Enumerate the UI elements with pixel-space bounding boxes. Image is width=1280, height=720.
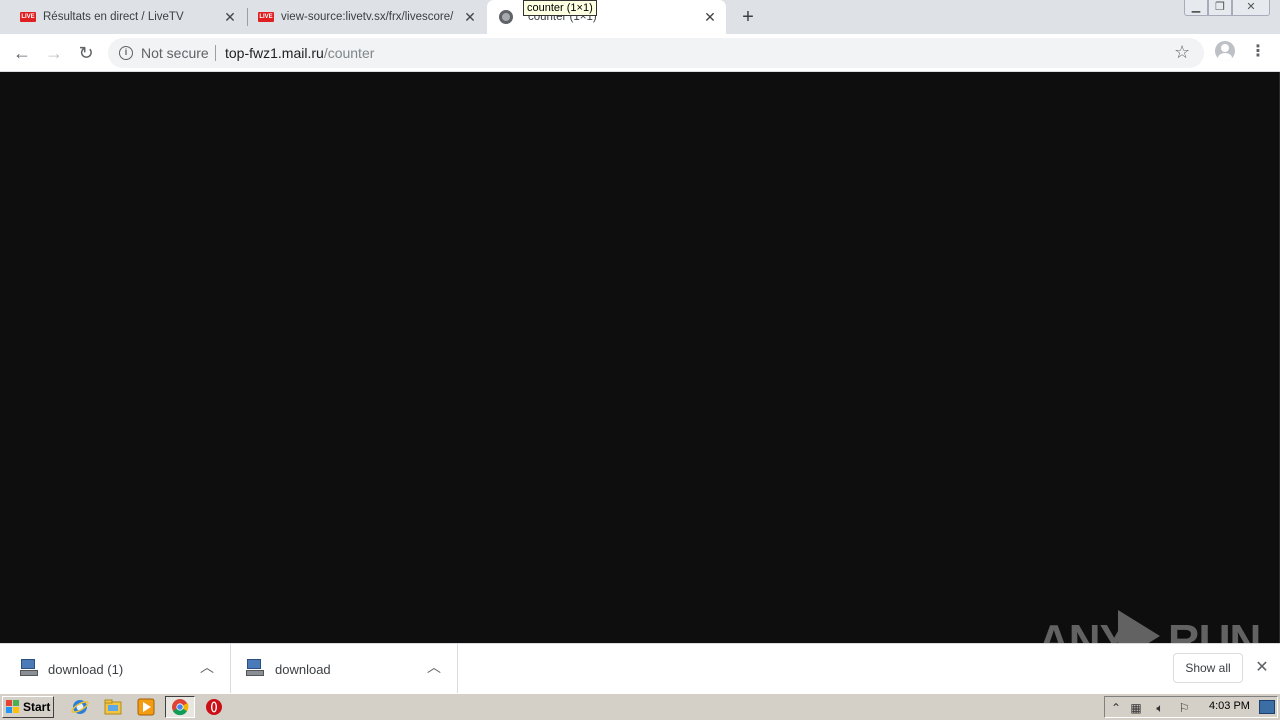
address-bar[interactable]: i Not secure top-fwz1.mail.ru/counter ☆: [108, 38, 1204, 68]
close-icon: ✕: [1246, 1, 1256, 13]
system-tray: ⌃ ▦ 🔈︎ ⚐ 4:03 PM: [1104, 696, 1278, 718]
start-label: Start: [23, 700, 51, 714]
start-button[interactable]: Start: [2, 696, 54, 718]
tab-title: Résultats en direct / LiveTV: [43, 11, 184, 23]
download-filename: download: [275, 662, 331, 677]
volume-icon[interactable]: 🔈︎: [1152, 700, 1168, 716]
tab-tooltip: counter (1×1): [523, 0, 597, 16]
live-icon: LIVE: [258, 12, 274, 22]
chevron-up-icon[interactable]: ︿: [198, 658, 216, 676]
info-icon[interactable]: i: [119, 46, 133, 60]
browser-toolbar: ← → ↻ i Not secure top-fwz1.mail.ru/coun…: [0, 34, 1280, 72]
download-item[interactable]: download ︿: [231, 644, 458, 694]
live-icon: LIVE: [20, 12, 36, 22]
security-label[interactable]: Not secure: [141, 45, 209, 61]
profile-avatar-icon[interactable]: [1215, 41, 1235, 61]
minimize-icon: ▁: [1191, 1, 1201, 13]
url-host: top-fwz1.mail.ru: [225, 45, 324, 61]
restore-icon: ❐: [1215, 1, 1225, 13]
restore-button[interactable]: ❐: [1208, 0, 1232, 16]
opera-icon[interactable]: [205, 698, 223, 716]
show-desktop-icon[interactable]: [1259, 700, 1275, 714]
tab-title: view-source:livetv.sx/frx/livescore/: [281, 11, 454, 23]
globe-icon: [499, 10, 513, 24]
url-path: /counter: [323, 45, 375, 61]
reload-button[interactable]: ↻: [73, 40, 99, 66]
close-icon[interactable]: ✕: [702, 9, 718, 25]
window-close-button[interactable]: ✕: [1232, 0, 1270, 16]
media-player-icon[interactable]: [137, 698, 155, 716]
tab-strip: LIVE Résultats en direct / LiveTV ✕ LIVE…: [0, 0, 1280, 34]
internet-explorer-icon[interactable]: [71, 698, 89, 716]
download-item[interactable]: download (1) ︿: [0, 644, 231, 694]
chevron-up-icon[interactable]: ︿: [425, 658, 443, 676]
back-button[interactable]: ←: [9, 40, 35, 66]
chrome-taskbar-button[interactable]: [165, 696, 195, 718]
close-icon[interactable]: ✕: [222, 9, 238, 25]
download-filename: download (1): [48, 662, 124, 677]
screen: LIVE Résultats en direct / LiveTV ✕ LIVE…: [0, 0, 1280, 720]
show-all-button[interactable]: Show all: [1173, 653, 1243, 683]
close-icon[interactable]: ✕: [462, 9, 478, 25]
download-shelf: download (1) ︿ download ︿ Show all ✕: [0, 643, 1280, 694]
chrome-icon: [172, 699, 189, 716]
clock[interactable]: 4:03 PM: [1209, 700, 1250, 712]
minimize-button[interactable]: ▁: [1184, 0, 1208, 16]
close-icon[interactable]: ✕: [1252, 658, 1272, 678]
tab-view-source[interactable]: LIVE view-source:livetv.sx/frx/livescore…: [248, 0, 486, 34]
tab-livetv-results[interactable]: LIVE Résultats en direct / LiveTV ✕: [0, 0, 246, 34]
chevron-up-icon[interactable]: ⌃: [1108, 700, 1124, 716]
more-menu-icon[interactable]: ⋮: [1248, 40, 1268, 64]
page-content[interactable]: [0, 72, 1280, 643]
new-tab-button[interactable]: +: [737, 6, 759, 28]
flag-icon[interactable]: ⚐: [1176, 700, 1192, 716]
url-separator: [215, 45, 216, 61]
file-icon: [20, 659, 38, 677]
file-icon: [246, 659, 264, 677]
bookmark-star-icon[interactable]: ☆: [1174, 42, 1190, 63]
file-explorer-icon[interactable]: [104, 698, 122, 716]
url-text[interactable]: top-fwz1.mail.ru/counter: [225, 45, 374, 61]
network-icon[interactable]: ▦: [1128, 700, 1144, 716]
taskbar: Start ⌃ ▦ 🔈︎ ⚐ 4:03 PM: [0, 693, 1280, 720]
forward-button[interactable]: →: [41, 40, 67, 66]
windows-logo-icon: [6, 700, 20, 714]
